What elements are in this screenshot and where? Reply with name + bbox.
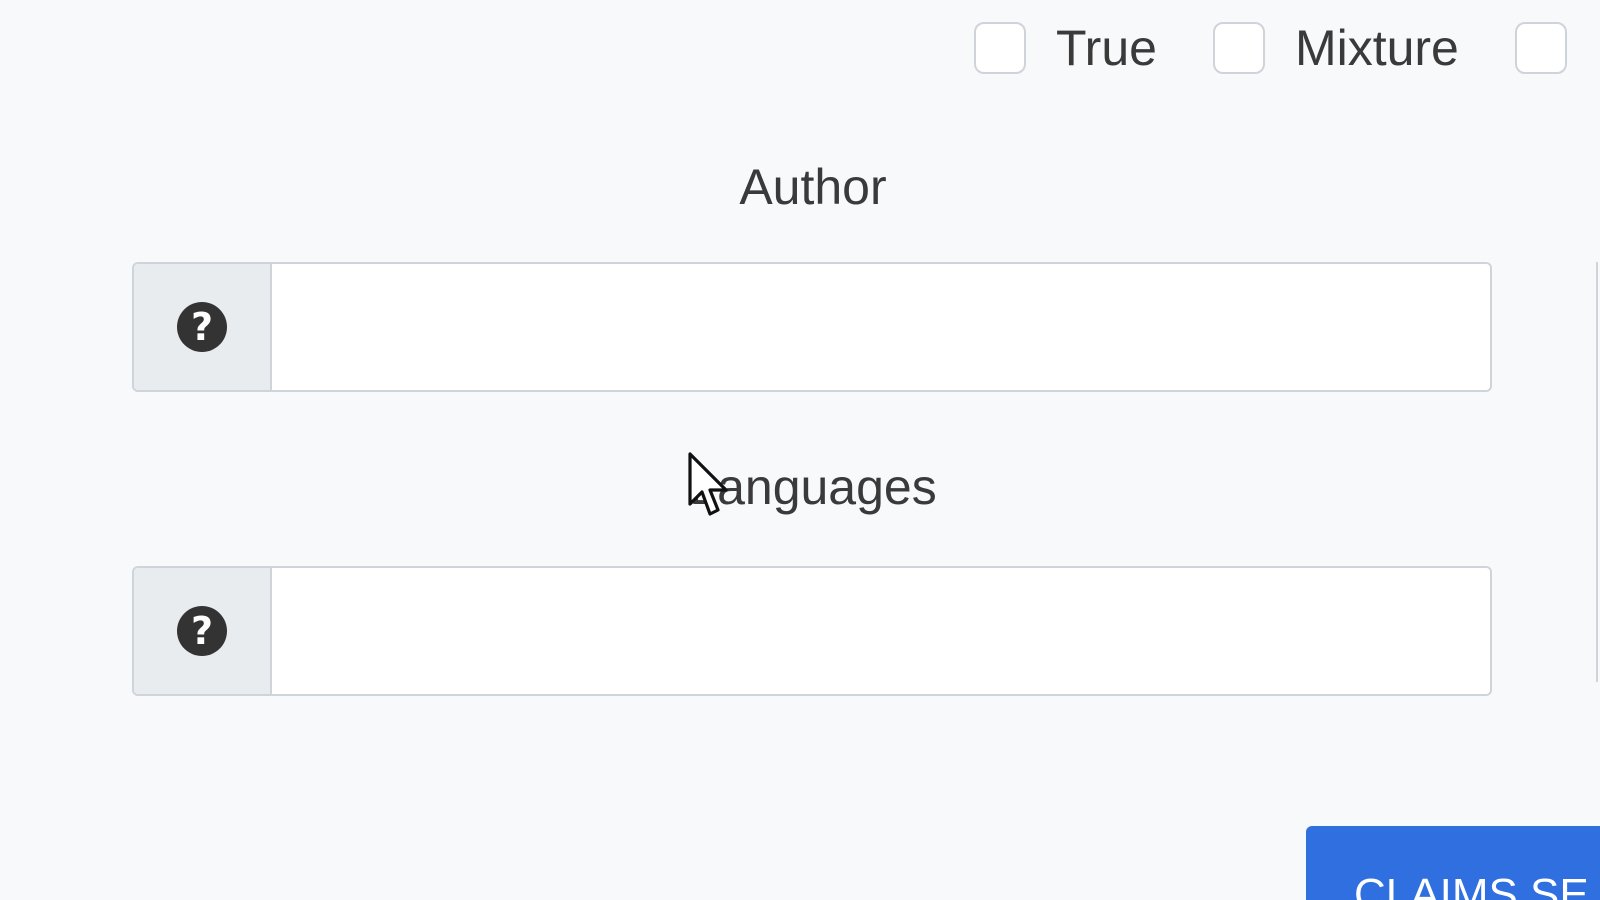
- rating-option-mixture[interactable]: Mixture: [1212, 20, 1459, 76]
- rating-true-label: True: [1056, 20, 1157, 76]
- author-label: Author: [739, 159, 887, 215]
- author-help-button[interactable]: ?: [134, 264, 272, 390]
- languages-help-button[interactable]: ?: [134, 568, 272, 694]
- rating-filter-group: True Mixture: [974, 20, 1600, 76]
- rating-option-true[interactable]: True: [974, 20, 1157, 76]
- rating-option-next[interactable]: [1514, 22, 1567, 74]
- languages-input-group: ?: [132, 566, 1492, 696]
- rating-next-checkbox[interactable]: [1514, 22, 1567, 74]
- rating-mixture-label: Mixture: [1294, 20, 1459, 76]
- author-input[interactable]: [272, 264, 1490, 390]
- languages-input[interactable]: [272, 568, 1490, 694]
- rating-mixture-checkbox[interactable]: [1212, 22, 1265, 74]
- question-circle-icon: ?: [177, 302, 227, 352]
- author-input-group: ?: [132, 262, 1492, 392]
- adjacent-panel-edge: [1596, 262, 1600, 682]
- question-circle-icon: ?: [177, 606, 227, 656]
- claims-search-button[interactable]: CLAIMS SE: [1306, 826, 1600, 900]
- rating-true-checkbox[interactable]: [974, 22, 1026, 74]
- page: True Mixture Author ? Languages ? CLAIMS…: [0, 0, 1600, 900]
- languages-label: Languages: [689, 459, 937, 515]
